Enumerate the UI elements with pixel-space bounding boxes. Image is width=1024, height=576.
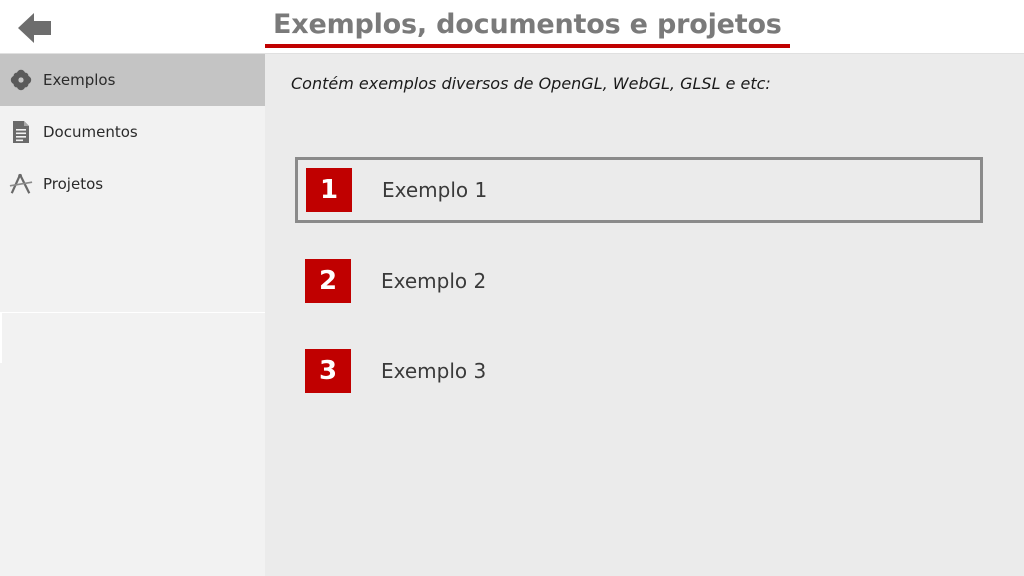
description-text: Contém exemplos diversos de OpenGL, WebG… <box>291 74 771 93</box>
list-item-label: Exemplo 2 <box>381 269 487 293</box>
sidebar-item-exemplos[interactable]: Exemplos <box>0 54 265 106</box>
sidebar-divider <box>0 312 265 313</box>
sidebar-item-documentos[interactable]: Documentos <box>0 106 265 158</box>
document-icon <box>9 120 33 144</box>
title-wrap: Exemplos, documentos e projetos <box>265 0 790 54</box>
number-badge: 1 <box>306 168 352 212</box>
sidebar: Exemplos Documentos Projetos <box>0 54 265 576</box>
number-badge: 3 <box>305 349 351 393</box>
sidebar-divider-notch <box>0 313 2 363</box>
flower-icon <box>9 68 33 92</box>
sidebar-item-label: Exemplos <box>43 71 116 89</box>
number-badge: 2 <box>305 259 351 303</box>
arrow-left-icon <box>18 13 51 43</box>
sidebar-item-label: Projetos <box>43 175 104 193</box>
list-item-exemplo-2[interactable]: 2 Exemplo 2 <box>295 248 983 314</box>
main-content: Contém exemplos diversos de OpenGL, WebG… <box>265 54 1024 576</box>
list-item-exemplo-3[interactable]: 3 Exemplo 3 <box>295 338 983 404</box>
header: Exemplos, documentos e projetos <box>0 0 1024 54</box>
list-item-exemplo-1[interactable]: 1 Exemplo 1 <box>295 157 983 223</box>
sidebar-item-projetos[interactable]: Projetos <box>0 158 265 210</box>
page-title: Exemplos, documentos e projetos <box>265 0 790 48</box>
list-item-label: Exemplo 3 <box>381 359 487 383</box>
sidebar-item-label: Documentos <box>43 123 138 141</box>
list-item-label: Exemplo 1 <box>382 178 488 202</box>
back-button[interactable] <box>16 10 54 46</box>
compass-tools-icon <box>9 172 33 196</box>
